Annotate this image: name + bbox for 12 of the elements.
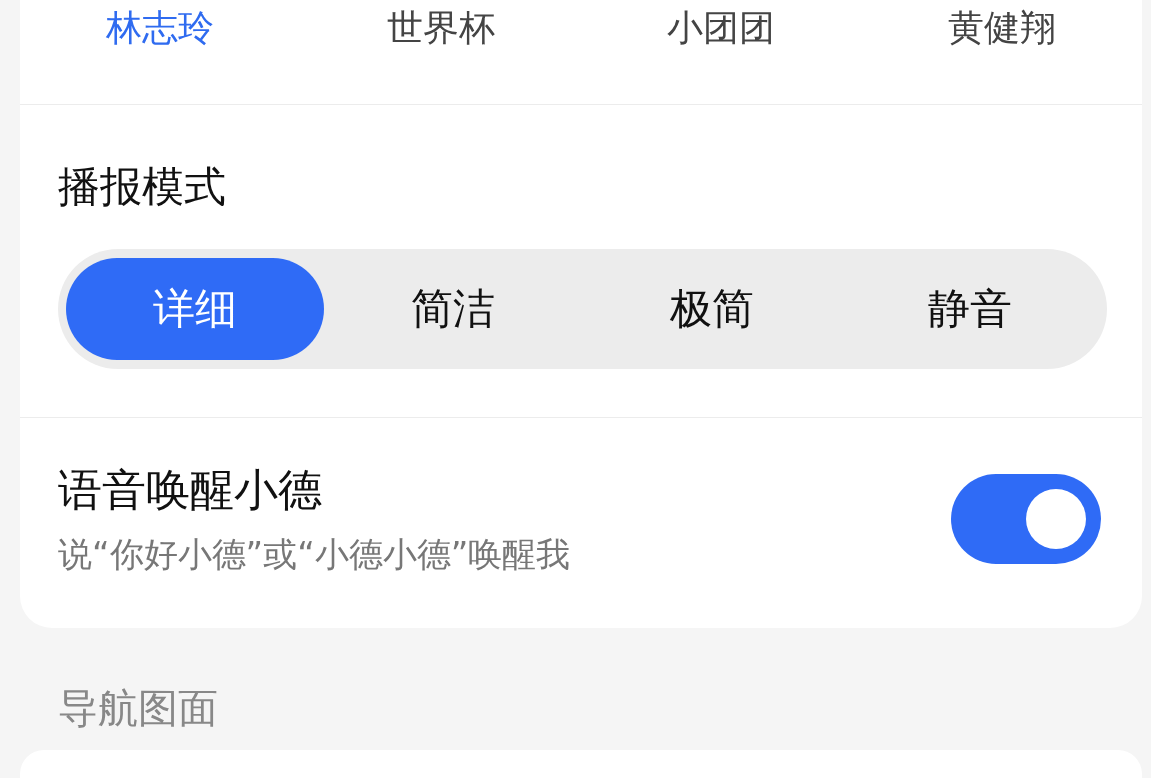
mode-option[interactable]: 详细 bbox=[66, 258, 325, 360]
section-header: 导航图面 bbox=[58, 684, 219, 733]
setting-title: 语音唤醒小德 bbox=[58, 463, 323, 517]
voice-tab[interactable]: 小团团 bbox=[581, 0, 862, 50]
voice-tab[interactable]: 世界杯 bbox=[300, 0, 581, 50]
mode-option[interactable]: 静音 bbox=[840, 258, 1099, 360]
section-title: 播报模式 bbox=[58, 161, 227, 213]
voice-tab[interactable]: 黄健翔 bbox=[861, 0, 1142, 50]
setting-description: 说“你好小德”或“小德小德”唤醒我 bbox=[58, 533, 571, 576]
voice-tab[interactable]: 林志玲 bbox=[20, 0, 301, 50]
mode-option[interactable]: 简洁 bbox=[324, 258, 583, 360]
mode-option[interactable]: 极简 bbox=[582, 258, 841, 360]
